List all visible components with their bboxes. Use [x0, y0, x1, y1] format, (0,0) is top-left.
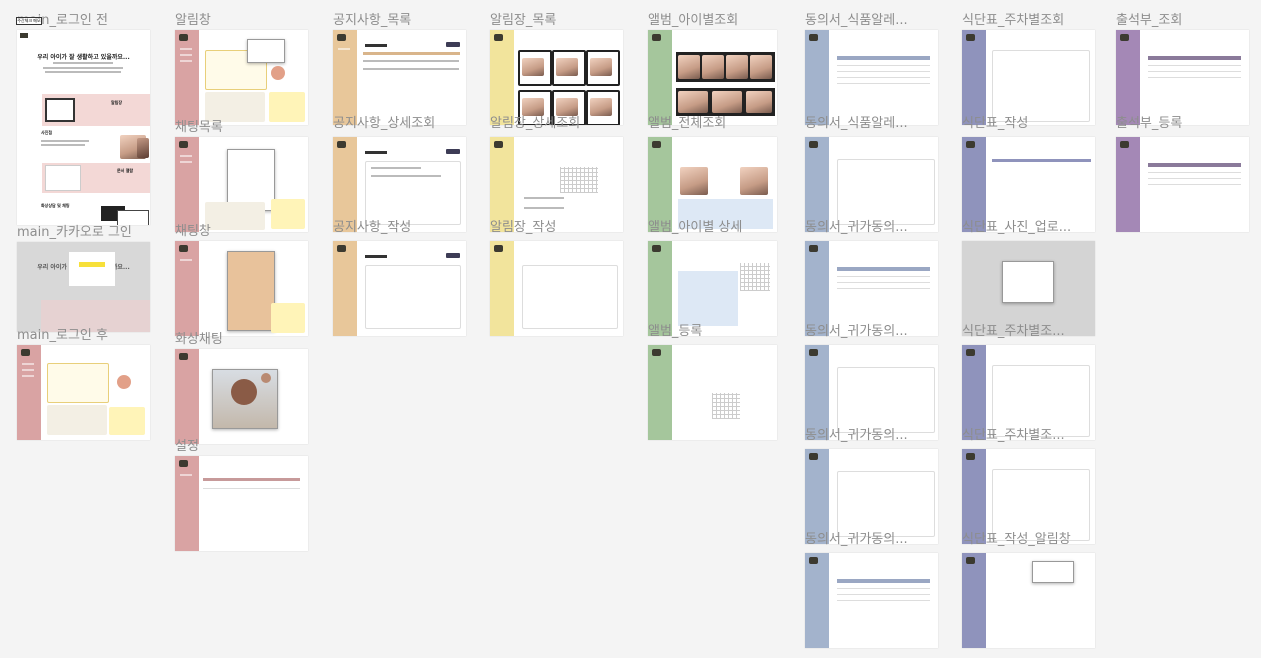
frame-meal-photo-upload[interactable]	[962, 241, 1095, 336]
frame-consent-return-list[interactable]	[805, 241, 938, 336]
frame-label: 동의서_식품알레...	[805, 13, 908, 28]
frame-label: 식단표_작성	[962, 116, 1029, 131]
frame-label: 식단표_작성_알림창	[962, 532, 1071, 547]
frame-label: 앨범_아이별 상세	[648, 220, 743, 235]
feature-title: 알림장	[111, 100, 123, 105]
frame-meal-write-alert[interactable]	[962, 553, 1095, 648]
frame-chat-list[interactable]	[175, 137, 308, 232]
frame-label: 식단표_주차별조...	[962, 324, 1065, 339]
frame-notice-list[interactable]	[333, 30, 466, 125]
frame-label: 공지사항_목록	[333, 13, 412, 28]
frame-main-after-login[interactable]	[17, 345, 150, 440]
notebook-icon	[45, 98, 75, 122]
frame-attendance-register[interactable]	[1116, 137, 1249, 232]
frame-label: 동의서_귀가동의...	[805, 220, 908, 235]
frame-label: 공지사항_상세조회	[333, 116, 436, 131]
frame-settings[interactable]	[175, 456, 308, 551]
feature-title: 사진첩	[41, 130, 53, 135]
kakao-login-popup[interactable]	[69, 252, 115, 286]
frame-diary-detail[interactable]	[490, 137, 623, 232]
frame-notice-write[interactable]	[333, 241, 466, 336]
frame-consent-allergy-form[interactable]	[805, 137, 938, 232]
frame-video-chat[interactable]	[175, 349, 308, 444]
logo-icon	[20, 33, 28, 38]
frame-attendance-view[interactable]	[1116, 30, 1249, 125]
frame-label: 동의서_식품알레...	[805, 116, 908, 131]
frame-label: main_카카오로 그인	[17, 225, 132, 240]
sticky-note[interactable]: 주간체크 메모	[16, 17, 42, 25]
frame-chat-room[interactable]	[175, 241, 308, 336]
frame-label: 화상채팅	[175, 332, 223, 347]
frame-consent-return-form[interactable]	[805, 345, 938, 440]
frame-main-before-login[interactable]: 우리 아이가 잘 생활하고 있을까요... 알림장 사진첩 문서 열람 화상상담…	[17, 30, 150, 225]
frame-label: main_로그인 후	[17, 328, 108, 343]
frame-meal-weekly[interactable]	[962, 30, 1095, 125]
frame-label: 알림장_작성	[490, 220, 557, 235]
frame-meal-weekly-2[interactable]	[962, 345, 1095, 440]
frame-diary-list[interactable]	[490, 30, 623, 125]
frame-label: 식단표_사진_업로...	[962, 220, 1072, 235]
frame-album-by-child[interactable]	[648, 30, 777, 125]
frame-label: 채팅창	[175, 224, 211, 239]
frame-consent-return-list-2[interactable]	[805, 553, 938, 648]
frame-label: 출석부_조회	[1116, 13, 1183, 28]
frame-label: 설정	[175, 439, 199, 454]
document-icon	[45, 165, 81, 191]
frame-label: 알림장_목록	[490, 13, 557, 28]
frame-label: 알림창	[175, 13, 211, 28]
frame-meal-weekly-3[interactable]	[962, 449, 1095, 544]
frame-label: 동의서_귀가동의...	[805, 532, 908, 547]
frame-alarm[interactable]	[175, 30, 308, 125]
frame-notice-detail[interactable]	[333, 137, 466, 232]
frame-label: 앨범_등록	[648, 324, 703, 339]
frame-label: 알림장_상세조회	[490, 116, 581, 131]
chat-thumb	[117, 210, 149, 225]
feature-title: 화상상담 및 채팅	[41, 203, 70, 208]
frame-label: 앨범_전체조회	[648, 116, 727, 131]
frame-label: 출석부_등록	[1116, 116, 1183, 131]
frame-album-all[interactable]	[648, 137, 777, 232]
frame-album-upload[interactable]	[648, 345, 777, 440]
hero-headline: 우리 아이가 잘 생활하고 있을까요...	[37, 54, 130, 61]
frame-main-kakao[interactable]: 우리 아이가 잘 생활하고 있을까요...	[17, 242, 150, 332]
frame-meal-write[interactable]	[962, 137, 1095, 232]
frame-label: 동의서_귀가동의...	[805, 428, 908, 443]
frame-label: 동의서_귀가동의...	[805, 324, 908, 339]
frame-album-detail[interactable]	[648, 241, 777, 336]
frame-label: 식단표_주차별조회	[962, 13, 1065, 28]
frame-label: 채팅목록	[175, 120, 223, 135]
frame-diary-write[interactable]	[490, 241, 623, 336]
frame-label: 앨범_아이별조회	[648, 13, 739, 28]
frame-consent-allergy-list[interactable]	[805, 30, 938, 125]
frame-label: 식단표_주차별조...	[962, 428, 1065, 443]
frame-consent-return-form-2[interactable]	[805, 449, 938, 544]
frame-label: 공지사항_작성	[333, 220, 412, 235]
feature-title: 문서 열람	[117, 168, 134, 173]
